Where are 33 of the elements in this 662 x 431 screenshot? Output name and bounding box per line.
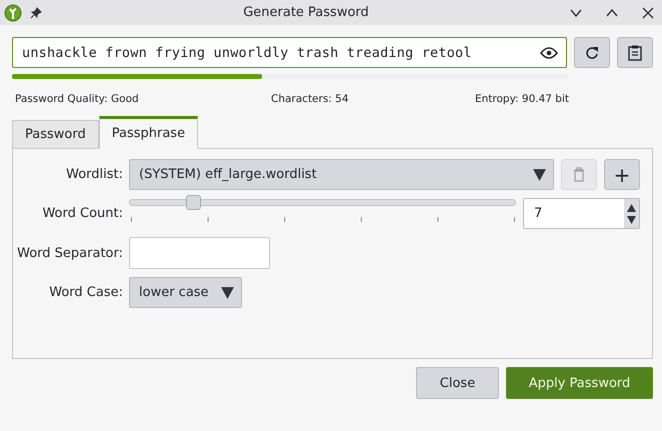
field-label: Word Case: [48, 285, 124, 300]
pin-icon[interactable] [30, 6, 42, 18]
refresh-icon [585, 46, 599, 60]
password-field[interactable]: unshackle frown frying unworldly trash treading retool [12, 37, 567, 68]
copy-button[interactable] [617, 37, 653, 68]
maximize-icon[interactable] [606, 6, 618, 18]
stat-text: Password Quality: Good [15, 93, 140, 105]
wordlist-dropdown[interactable]: (SYSTEM) eff_large.wordlist [129, 159, 554, 190]
clipboard-icon [628, 44, 642, 60]
add-button[interactable]: + [604, 159, 640, 190]
field-label: Word Separator: [16, 246, 124, 260]
close-button[interactable]: Close [416, 367, 499, 399]
dropdown-arrow-icon [220, 285, 235, 300]
close-icon[interactable] [642, 6, 654, 18]
tab[interactable]: Password [12, 120, 99, 149]
app-logo-icon [4, 4, 22, 22]
dropdown-arrow-icon [532, 167, 547, 182]
window-title: Generate Password [242, 5, 370, 20]
trash-icon [573, 167, 585, 182]
tick-marks-icon [129, 217, 516, 223]
regenerate-button[interactable] [574, 37, 610, 68]
spin-arrows-icon[interactable] [626, 202, 637, 224]
slider-handle[interactable] [186, 195, 201, 210]
stat-text: Entropy: 90.47 bit [475, 93, 570, 105]
word-count-spinbox[interactable]: 7 [523, 198, 640, 229]
separator-input[interactable] [129, 237, 270, 269]
word-case-dropdown[interactable]: lower case [129, 277, 242, 308]
apply-button[interactable]: Apply Password [506, 367, 653, 399]
field-label: Word Count: [41, 206, 124, 221]
stat-text: Characters: 54 [271, 93, 350, 105]
field-label: Wordlist: [65, 167, 124, 182]
eye-icon[interactable] [540, 46, 558, 58]
tab[interactable]: Passphrase [98, 116, 198, 149]
